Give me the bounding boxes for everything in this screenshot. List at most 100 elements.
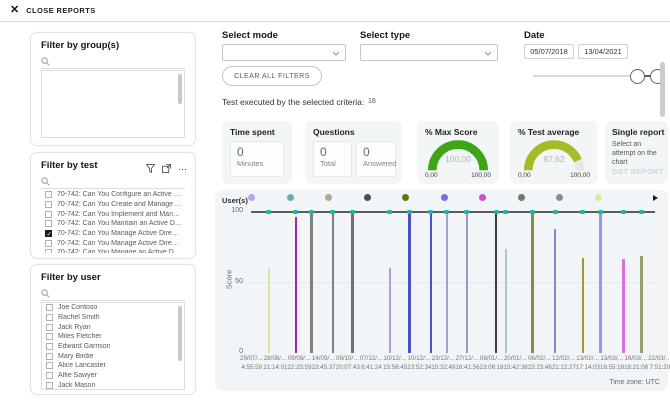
y-axis-title: Score — [225, 265, 234, 295]
user-filter-item[interactable]: Alice Lancaster — [42, 361, 184, 371]
plot-area — [248, 211, 658, 353]
attempt-bar[interactable] — [351, 211, 353, 353]
filter-tests-search[interactable] — [41, 176, 185, 189]
clear-all-filters-button[interactable]: CLEAR ALL FILTERS — [222, 66, 322, 86]
attempt-bar[interactable] — [268, 268, 270, 353]
page-scrollbar[interactable] — [660, 62, 665, 117]
questions-answered-box: 0 Answered — [356, 141, 396, 177]
user-filter-item[interactable]: Mary Birdie — [42, 351, 184, 361]
user-filter-checkbox[interactable] — [46, 324, 53, 331]
test-filter-item[interactable]: 70-742: Can You Configure an Active Dire… — [41, 190, 185, 200]
user-filter-item[interactable]: Alfie Sawyer — [42, 371, 184, 381]
user-filter-checkbox[interactable] — [46, 343, 53, 350]
attempt-bar[interactable] — [582, 258, 584, 353]
legend-user-dot[interactable] — [556, 194, 563, 201]
user-filter-item[interactable]: Jack Ryan — [42, 322, 184, 332]
questions-total-label: Total — [320, 159, 351, 168]
legend-user-dot[interactable] — [595, 194, 602, 201]
test-filter-item[interactable]: 70-742: Can You Create and Manage Active… — [41, 200, 185, 210]
select-type-dropdown[interactable] — [360, 44, 498, 61]
test-filter-label: 70-742: Can You Manage Active Directory … — [57, 230, 182, 237]
user-filter-checkbox[interactable] — [46, 314, 53, 321]
close-reports-button[interactable]: ✕ CLOSE REPORTS — [10, 4, 96, 16]
test-filter-checkbox[interactable] — [45, 240, 52, 247]
legend-user-dot[interactable] — [325, 194, 332, 201]
legend-user-dot[interactable] — [248, 194, 255, 201]
attempt-bar[interactable] — [310, 211, 312, 353]
filter-groups-scrollbar[interactable] — [178, 74, 182, 104]
report-window: ✕ CLOSE REPORTS Filter by group(s) Filte… — [0, 0, 670, 402]
attempt-bar[interactable] — [430, 211, 432, 353]
more-options-icon[interactable]: ⋯ — [178, 166, 187, 173]
attempt-bar[interactable] — [531, 211, 533, 353]
attempt-bar[interactable] — [554, 229, 556, 353]
max-score-marker — [580, 210, 585, 214]
test-filter-checkbox[interactable] — [45, 211, 52, 218]
attempt-bar[interactable] — [389, 268, 391, 353]
attempt-bar[interactable] — [446, 211, 448, 353]
legend-user-dot[interactable] — [287, 194, 294, 201]
date-slider-handle-start[interactable] — [630, 69, 645, 84]
test-filter-item[interactable]: 70-742: Can You Implement and Manage Gro… — [41, 209, 185, 219]
user-filter-checkbox[interactable] — [46, 333, 53, 340]
attempt-bar[interactable] — [640, 256, 642, 353]
close-icon: ✕ — [10, 4, 19, 16]
max-score-min: 0,00 — [425, 172, 438, 179]
test-filter-checkbox[interactable] — [45, 220, 52, 227]
filter-users-scrollbar[interactable] — [178, 306, 182, 361]
filter-users-search[interactable] — [41, 288, 185, 301]
attempt-bar[interactable] — [332, 211, 334, 353]
test-filter-checkbox[interactable] — [45, 191, 52, 198]
attempt-bar[interactable] — [599, 211, 601, 353]
user-filter-label: Jack Ryan — [58, 324, 91, 331]
user-filter-item[interactable]: Rachel Smith — [42, 313, 184, 323]
date-to-input[interactable]: 13/04/2021 — [578, 44, 628, 59]
attempt-bar[interactable] — [505, 249, 507, 353]
timezone-note: Time zone: UTC — [609, 379, 660, 386]
test-filter-checkbox[interactable] — [45, 230, 52, 237]
attempt-bar[interactable] — [295, 217, 297, 353]
user-filter-item[interactable]: Edward Garrison — [42, 342, 184, 352]
select-mode-dropdown[interactable] — [222, 44, 346, 61]
criteria-value: 18 — [368, 98, 376, 105]
user-filter-checkbox[interactable] — [46, 353, 53, 360]
user-filter-label: Alfie Sawyer — [58, 372, 97, 379]
legend-user-dot[interactable] — [479, 194, 486, 201]
time-spent-value: 0 — [237, 145, 283, 159]
user-filter-item[interactable]: Jack Mason — [42, 381, 184, 391]
test-filter-item[interactable]: 70-742: Can You Maintain an Active Direc… — [41, 219, 185, 229]
get-report-button[interactable]: GET REPORT — [612, 167, 664, 176]
test-filter-label: 70-742: Can You Create and Manage Active… — [57, 201, 182, 208]
legend-user-dot[interactable] — [402, 194, 409, 201]
test-filter-item[interactable]: 70-742: Can You Manage Active Directory … — [41, 238, 185, 248]
test-filter-label: 70-742: Can You Manage Active Directory … — [57, 240, 182, 247]
date-from-input[interactable]: 05/07/2018 — [524, 44, 574, 59]
date-label: Date — [524, 30, 545, 41]
date-slider-track[interactable] — [533, 75, 645, 77]
filter-tests-panel: Filter by test ⋯ 70-742: Can You Configu… — [30, 152, 196, 259]
legend-user-dot[interactable] — [441, 194, 448, 201]
x-axis-label: 28/08/…21:14:01 — [263, 355, 287, 372]
attempt-bar[interactable] — [408, 211, 410, 353]
user-filter-checkbox[interactable] — [46, 304, 53, 311]
test-filter-checkbox[interactable] — [45, 201, 52, 208]
attempt-bar[interactable] — [622, 259, 624, 353]
user-filter-checkbox[interactable] — [46, 362, 53, 369]
attempt-bar[interactable] — [466, 211, 468, 353]
user-filter-checkbox[interactable] — [46, 382, 53, 389]
x-axis-label: 12/02/…21:22:27 — [552, 355, 576, 372]
legend-next-arrow-icon[interactable] — [653, 195, 658, 201]
legend-user-dot[interactable] — [364, 194, 371, 201]
time-spent-value-box: 0 Minutes — [230, 141, 284, 177]
user-filter-item[interactable]: Miles Fletcher — [42, 332, 184, 342]
filter-groups-search[interactable] — [41, 56, 185, 69]
test-filter-item[interactable]: 70-742: Can You Manage Active Directory … — [41, 229, 185, 239]
user-filter-item[interactable]: Joe Contoso — [42, 303, 184, 313]
user-filter-checkbox[interactable] — [46, 372, 53, 379]
test-filter-checkbox[interactable] — [45, 249, 52, 253]
attempt-bar[interactable] — [495, 211, 497, 353]
legend-user-dot[interactable] — [518, 194, 525, 201]
test-filter-item[interactable]: 70-742: Can You Manage an Active Directo… — [41, 248, 185, 253]
questions-answered-value: 0 — [363, 145, 395, 159]
top-bar: ✕ CLOSE REPORTS — [0, 0, 670, 22]
